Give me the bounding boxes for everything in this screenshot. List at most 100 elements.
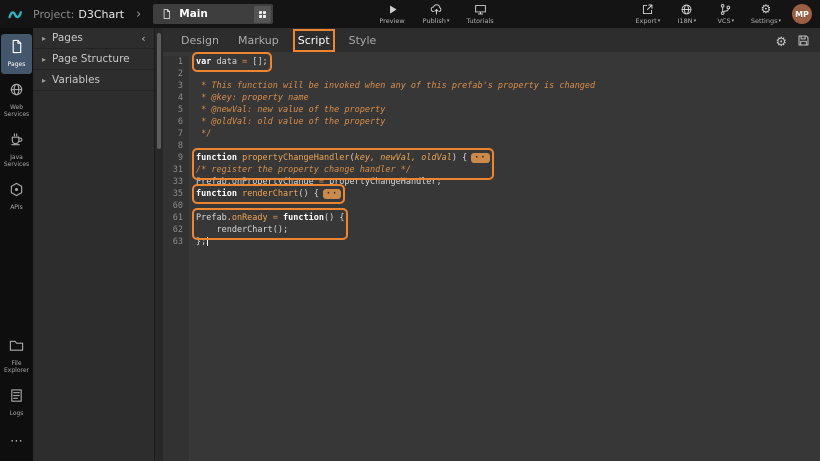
line-number: 33	[163, 176, 183, 188]
action-label: Settings	[751, 17, 778, 25]
pages-icon	[9, 39, 24, 58]
explorer-section-label: Pages	[52, 32, 131, 44]
topbar-action-i18n[interactable]: I18N▾	[673, 3, 701, 25]
page-selector-label: Main	[179, 8, 247, 20]
editor-column: DesignMarkupScriptStyle ⚙ 12345678931333…	[163, 28, 820, 461]
activitybar-item-logs[interactable]: Logs	[1, 383, 32, 423]
topbar-action-settings[interactable]: ⚙Settings▾	[751, 3, 781, 25]
code-token: /* register the property change handler …	[196, 165, 411, 175]
caret-down-icon: ▾	[732, 18, 735, 24]
code-token: */	[196, 129, 211, 139]
collapse-panel-button[interactable]: ‹	[137, 32, 150, 45]
code-line[interactable]: var data = [];	[196, 56, 268, 68]
code-token: var	[196, 57, 211, 67]
action-label: Preview	[379, 17, 404, 25]
editor-tabbar: Design Markup Script Style ⚙	[163, 28, 820, 52]
save-button[interactable]	[797, 34, 810, 47]
tab-style[interactable]: Style	[349, 34, 377, 47]
explorer-section-variables[interactable]: ▸ Variables	[33, 70, 154, 91]
topbar-center-actions: Preview Publish▾ Tutorials	[378, 0, 494, 28]
annotation-box: var data = [];	[196, 56, 268, 68]
code-line[interactable]: Prefab.onReady = function() {	[196, 212, 344, 224]
code-group: };	[196, 236, 208, 248]
line-number: 5	[163, 104, 183, 116]
explorer-section-pages[interactable]: ▸Pages‹	[33, 28, 154, 49]
activitybar-item-label: APIs	[10, 204, 23, 212]
code-line[interactable]: };	[196, 236, 208, 248]
action-label: Publish	[423, 17, 446, 25]
activitybar-item-label: Web Services	[2, 104, 31, 119]
caret-down-icon: ▾	[694, 18, 697, 24]
tab-markup[interactable]: Markup	[238, 34, 279, 47]
code-token: key, newVal, oldVal	[355, 153, 452, 163]
annotation-box: function renderChart() {··	[196, 188, 341, 200]
line-number: f63	[163, 236, 183, 248]
cloud-upload-icon	[430, 3, 443, 16]
code-line[interactable]: * @oldVal: old value of the property	[196, 116, 595, 128]
code-line[interactable]: * @key: property name	[196, 92, 595, 104]
code-group: * This function will be invoked when any…	[196, 68, 595, 152]
script-editor[interactable]: 123456789313335606162f63 var data = []; …	[163, 52, 820, 461]
activitybar-item-java-services[interactable]: Java Services	[1, 127, 32, 174]
code-line[interactable]: * @newVal: new value of the property	[196, 104, 595, 116]
code-token: Prefab.	[196, 213, 232, 223]
code-token: * This function will be invoked when any…	[196, 81, 595, 91]
topbar-action-preview[interactable]: Preview	[378, 3, 406, 25]
page-selector[interactable]: Main	[153, 4, 273, 24]
folded-code-pill[interactable]: ··	[471, 153, 489, 163]
topbar-action-export[interactable]: Export▾	[634, 3, 662, 25]
web-services-icon	[9, 82, 24, 101]
code-token: * @oldVal: old value of the property	[196, 117, 385, 127]
code-token: ) {	[452, 153, 467, 163]
explorer-section-label: Page Structure	[52, 53, 150, 65]
globe-icon	[680, 3, 693, 16]
export-icon	[641, 3, 654, 16]
activitybar-item-web-services[interactable]: Web Services	[1, 77, 32, 124]
grid-view-button[interactable]	[254, 6, 271, 23]
caret-down-icon: ▾	[778, 18, 781, 24]
code-line[interactable]: */	[196, 128, 595, 140]
code-token: [];	[247, 57, 267, 67]
expand-arrow-icon: ▸	[42, 76, 46, 85]
code-line[interactable]: * This function will be invoked when any…	[196, 80, 595, 92]
explorer-section-label: Variables	[52, 74, 150, 86]
action-label: I18N	[678, 17, 693, 25]
explorer-section-page-structure[interactable]: ▸Page Structure	[33, 49, 154, 70]
caret-down-icon: ▾	[658, 18, 661, 24]
code-line[interactable]	[196, 200, 201, 212]
code-line[interactable]	[196, 68, 595, 80]
line-number: 6	[163, 116, 183, 128]
apis-icon	[9, 182, 24, 201]
code-token: * @key: property name	[196, 93, 309, 103]
topbar-action-tutorials[interactable]: Tutorials	[466, 3, 494, 25]
settings-gear-button[interactable]: ⚙	[775, 31, 787, 50]
scrollbar-thumb[interactable]	[157, 33, 161, 149]
topbar-action-publish[interactable]: Publish▾	[422, 3, 450, 25]
tab-design[interactable]: Design	[181, 34, 219, 47]
panel-scrollbar	[155, 28, 163, 461]
activitybar-item-apis[interactable]: APIs	[1, 177, 32, 217]
code-token: onReady	[232, 213, 268, 223]
activitybar-item-more[interactable]: ⋯	[1, 425, 32, 454]
activitybar-item-file-explorer[interactable]: File Explorer	[1, 333, 32, 380]
code-line[interactable]: function renderChart() {··	[196, 188, 341, 200]
tab-script[interactable]: Script	[298, 34, 330, 47]
code-line[interactable]: Prefab.onPropertyChange = propertyChange…	[196, 176, 442, 188]
line-number: 2	[163, 68, 183, 80]
code-line[interactable]: renderChart();	[196, 224, 344, 236]
code-line[interactable]: function propertyChangeHandler(key, newV…	[196, 152, 490, 164]
code-token: renderChart	[242, 189, 298, 199]
activitybar-item-pages[interactable]: Pages	[1, 34, 32, 74]
ellipsis-icon: ⋯	[10, 430, 23, 449]
file-explorer-icon	[9, 338, 24, 357]
folded-code-pill[interactable]: ··	[323, 189, 341, 199]
code-line[interactable]: /* register the property change handler …	[196, 164, 490, 176]
code-line[interactable]	[196, 140, 595, 152]
play-icon	[386, 3, 399, 16]
user-avatar[interactable]: MP	[792, 4, 812, 24]
line-number: 35	[163, 188, 183, 200]
topbar-action-vcs[interactable]: VCS▾	[712, 3, 740, 25]
app-logo-icon[interactable]	[8, 6, 25, 23]
code-token: Prefab.onPropertyChange	[196, 177, 319, 187]
code-token: * @newVal: new value of the property	[196, 105, 385, 115]
